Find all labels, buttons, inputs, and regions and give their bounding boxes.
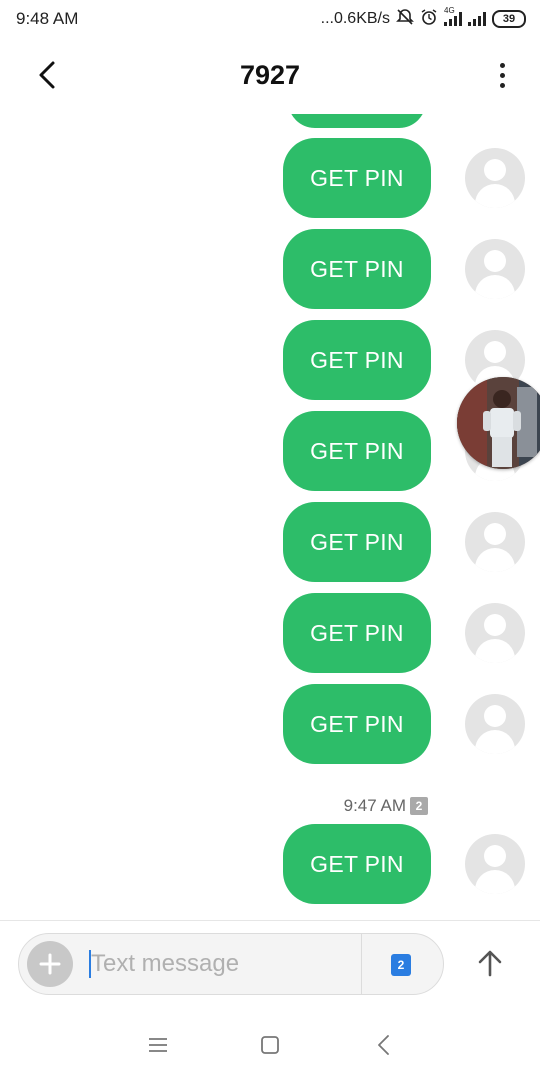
message-list[interactable]: GET PIN GET PIN GET PIN GET PIN GET PIN … [0,114,540,920]
system-nav-bar [0,1008,540,1080]
avatar [465,512,525,572]
message-bubble-partial[interactable] [288,114,426,128]
message-bubble[interactable]: GET PIN [283,824,431,904]
mute-icon [396,8,414,31]
message-row: GET PIN [0,593,540,673]
conversation-title: 7927 [239,60,301,90]
conversation-header: 7927 [0,38,540,114]
message-timestamp: 9:47 AM 2 [344,796,428,816]
avatar [465,148,525,208]
message-row: GET PIN [0,502,540,582]
avatar [465,694,525,754]
message-bubble[interactable]: GET PIN [283,229,431,309]
message-bubble[interactable]: GET PIN [283,593,431,673]
menu-icon [149,1038,167,1052]
message-bubble[interactable]: GET PIN [283,411,431,491]
arrow-up-icon [478,950,502,977]
message-bubble[interactable]: GET PIN [283,502,431,582]
plus-icon [39,953,61,975]
message-row: GET PIN [0,138,540,218]
add-attachment-button[interactable] [27,941,73,987]
compose-field: 2 [18,933,444,995]
avatar [465,239,525,299]
message-bubble[interactable]: GET PIN [283,138,431,218]
message-row: GET PIN [0,320,540,400]
timestamp-text: 9:47 AM [343,796,406,815]
menu-button[interactable] [143,1030,173,1060]
message-row: GET PIN [0,824,540,904]
alarm-icon [420,8,438,31]
message-bubble[interactable]: GET PIN [283,684,431,764]
network-speed: ...0.6KB/s [320,10,390,27]
avatar [465,603,525,663]
message-row: GET PIN [0,684,540,764]
status-time: 9:48 AM [16,9,79,28]
sim-badge: 2 [410,797,428,815]
status-icons: ...0.6KB/s 4G 39 [320,6,526,31]
nav-back-button[interactable] [368,1030,398,1060]
message-bubble[interactable]: GET PIN [283,320,431,400]
status-bar: 9:48 AM ...0.6KB/s 4G 39 [0,0,540,38]
compose-bar: 2 [0,920,540,1009]
home-button[interactable] [255,1030,285,1060]
back-chevron-icon [378,1035,389,1055]
floating-chat-head[interactable] [457,377,540,469]
battery-icon: 39 [492,10,526,28]
signal-4g-icon: 4G [444,6,462,26]
send-button[interactable] [470,943,510,983]
message-row: GET PIN [0,229,540,309]
sim-select-button[interactable]: 2 [391,954,411,976]
signal-icon [468,12,486,26]
more-vertical-icon [499,62,505,68]
profile-photo [457,377,540,469]
avatar [465,834,525,894]
more-options-button[interactable] [492,58,512,92]
message-input[interactable] [91,944,356,984]
home-square-icon [261,1036,279,1054]
divider [361,934,362,994]
